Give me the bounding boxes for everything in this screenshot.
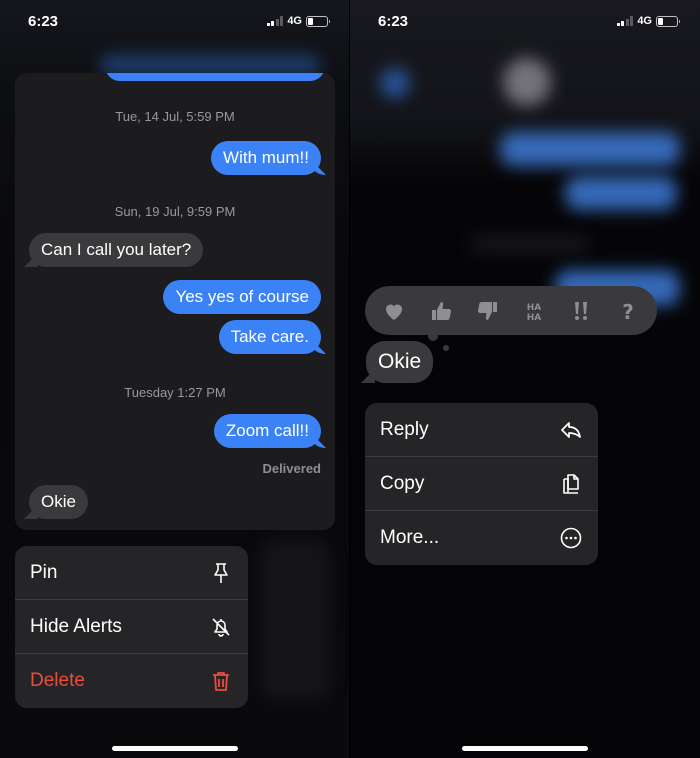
reaction-bubble-tail [428, 331, 438, 341]
blurred-background-list [260, 540, 330, 700]
conversation-preview-screen: 6:23 4G Tue, 14 Jul, 5:59 PM With mum!! … [0, 0, 350, 758]
message-bubble-incoming: Can I call you later? [29, 233, 204, 267]
timestamp: Tuesday 1:27 PM [124, 385, 226, 400]
pin-icon [214, 562, 228, 583]
reaction-question[interactable]: ? [612, 295, 644, 327]
reaction-thumbs-up[interactable] [425, 295, 457, 327]
message-bubble-incoming: Okie [29, 485, 88, 519]
bell-slash-icon [212, 617, 230, 637]
message-reaction-screen: 6:23 4G HA HA ? Okie Reply Copy More... [350, 0, 700, 758]
conversation-preview[interactable]: Tue, 14 Jul, 5:59 PM With mum!! Sun, 19 … [15, 73, 335, 530]
status-time: 6:23 [378, 13, 409, 30]
signal-icon [266, 16, 284, 26]
question-icon: ? [622, 300, 634, 323]
reaction-haha[interactable]: HA HA [518, 295, 550, 327]
menu-item-hide-alerts[interactable]: Hide Alerts [15, 600, 248, 654]
message-bubble-outgoing [105, 73, 325, 81]
message-bubble-outgoing: Zoom call!! [213, 414, 321, 448]
reply-icon [561, 421, 581, 438]
menu-item-more[interactable]: More... [365, 511, 598, 565]
blurred-timestamp [470, 235, 590, 253]
heart-icon [386, 304, 403, 320]
menu-item-reply[interactable]: Reply [365, 403, 598, 457]
status-bar: 6:23 4G [350, 0, 700, 44]
more-icon [560, 527, 582, 549]
blurred-background-bubble [100, 55, 320, 75]
message-bubble-outgoing: Take care. [218, 320, 321, 354]
menu-item-delete[interactable]: Delete [15, 654, 248, 708]
status-bar: 6:23 4G [0, 0, 350, 44]
blurred-back-button [380, 68, 410, 98]
blurred-background-bubble [565, 176, 677, 210]
svg-text:?: ? [622, 300, 634, 323]
thumbs-up-icon [431, 301, 452, 320]
menu-item-label: More... [380, 527, 440, 548]
menu-item-copy[interactable]: Copy [365, 457, 598, 511]
timestamp: Sun, 19 Jul, 9:59 PM [114, 204, 236, 219]
network-type: 4G [637, 15, 652, 27]
menu-item-label: Reply [380, 418, 429, 440]
delivery-status: Delivered [262, 461, 321, 476]
reaction-bubble-tail [443, 345, 449, 351]
svg-text:HA: HA [527, 303, 542, 313]
menu-item-label: Pin [30, 561, 58, 583]
blurred-background-bubble [500, 132, 680, 166]
signal-icon [616, 16, 634, 26]
reaction-thumbs-down[interactable] [472, 295, 504, 327]
copy-icon [563, 473, 579, 494]
timestamp: Tue, 14 Jul, 5:59 PM [115, 109, 235, 124]
reaction-emphasize[interactable] [565, 295, 597, 327]
battery-icon [306, 15, 330, 27]
menu-item-label: Copy [380, 472, 425, 494]
svg-text:HA: HA [527, 313, 542, 323]
home-indicator[interactable] [112, 746, 238, 751]
status-time: 6:23 [28, 13, 59, 30]
blurred-contact-avatar [503, 58, 551, 106]
message-context-menu: Reply Copy More... [365, 403, 598, 565]
home-indicator[interactable] [462, 746, 588, 751]
reaction-heart[interactable] [378, 295, 410, 327]
thumbs-down-icon [477, 301, 497, 320]
tapback-reactions-bar: HA HA ? [365, 286, 657, 335]
haha-icon: HAHA [527, 303, 542, 323]
selected-message-bubble: Okie [366, 341, 434, 383]
conversation-context-menu: Pin Hide Alerts Delete [15, 546, 248, 708]
message-bubble-outgoing: Yes yes of course [163, 280, 321, 314]
battery-icon [656, 15, 680, 27]
menu-item-label: Delete [30, 670, 85, 691]
menu-item-pin[interactable]: Pin [15, 546, 248, 600]
trash-icon [213, 672, 229, 691]
menu-item-label: Hide Alerts [30, 615, 122, 637]
double-exclamation-icon [574, 301, 587, 320]
message-bubble-outgoing: With mum!! [211, 141, 321, 175]
network-type: 4G [287, 15, 302, 27]
